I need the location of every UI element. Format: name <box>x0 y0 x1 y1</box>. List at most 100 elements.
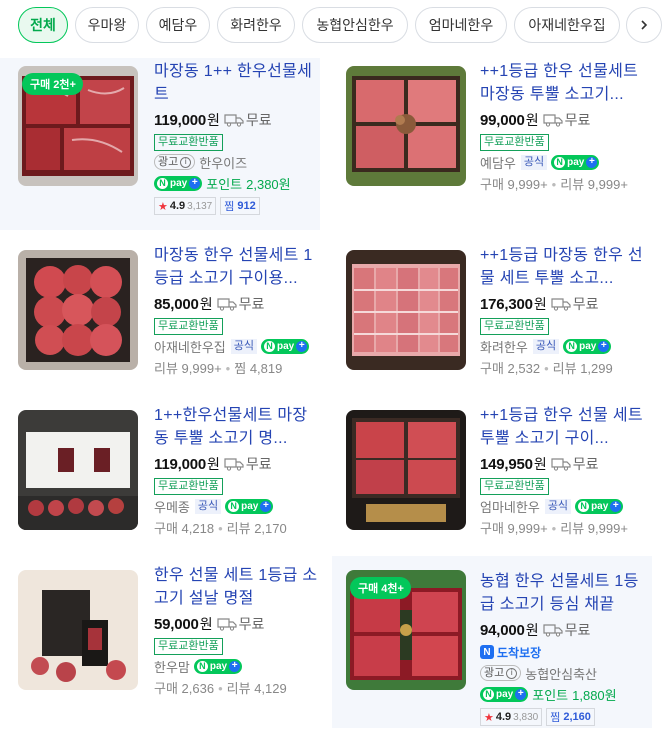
star-icon: ★ <box>484 711 494 724</box>
truck-icon <box>216 617 237 631</box>
price-unit: 원 <box>199 296 213 312</box>
chevron-right-icon <box>641 20 648 30</box>
seller-name[interactable]: 아재네한우집 <box>154 337 226 356</box>
shipping-fee: 무료 <box>245 456 272 472</box>
product-price: 59,000 <box>154 615 199 633</box>
filter-chip-umawang[interactable]: 우마왕 <box>75 7 139 43</box>
point-label: 포인트 <box>532 687 569 703</box>
truck-icon <box>551 457 571 471</box>
product-title[interactable]: 한우 선물 세트 1등급 소고기 설날 명절 <box>154 564 318 610</box>
product-card[interactable]: 구매 2천+ 마장동 1++ 한우선물세트 119,000 원 무료 무료교환반… <box>0 58 320 230</box>
shipping-fee: 무료 <box>238 296 265 312</box>
truck-icon <box>542 623 563 637</box>
official-badge: 공식 <box>230 338 258 354</box>
shipping-fee: 무료 <box>245 112 272 128</box>
product-title[interactable]: ++1등급 한우 선물 세트 투뿔 소고기 구이... <box>480 404 644 450</box>
product-price: 94,000 <box>480 621 525 639</box>
official-badge: 공식 <box>194 498 222 514</box>
ad-label[interactable]: 광고 i <box>154 154 196 170</box>
plus-icon: + <box>586 156 598 168</box>
seller-name[interactable]: 농협안심축산 <box>525 664 597 683</box>
seller-name[interactable]: 엄마네한우 <box>480 497 540 516</box>
product-card[interactable]: ++1등급 마장동 한우 선물 세트 투뿔 소고... 176,300 원 무료… <box>332 242 652 402</box>
filter-chip-yedamwoo[interactable]: 예담우 <box>146 7 210 43</box>
price-unit: 원 <box>525 112 539 128</box>
seller-name[interactable]: 우메종 <box>154 497 190 516</box>
naver-n-icon: N <box>228 500 240 512</box>
point-value: 2,380원 <box>246 176 291 192</box>
product-title[interactable]: ++1등급 한우 선물세트 마장동 투뿔 소고기... <box>480 60 644 106</box>
product-price: 85,000 <box>154 295 199 313</box>
shipping-fee: 무료 <box>572 456 599 472</box>
naver-n-icon: N <box>196 660 208 672</box>
filter-chip-eommane[interactable]: 엄마네한우 <box>415 7 507 43</box>
truck-icon <box>542 113 563 127</box>
product-thumbnail[interactable] <box>18 410 138 530</box>
npay-badge: Npay + <box>551 154 600 170</box>
product-card[interactable]: ++1등급 한우 선물 세트 투뿔 소고기 구이... 149,950 원 무료… <box>332 402 652 562</box>
filter-chip-all[interactable]: 전체 <box>18 7 68 43</box>
purchase-count-badge: 구매 4천+ <box>350 577 411 599</box>
product-thumbnail[interactable] <box>346 250 466 370</box>
product-meta: 구매 2,532 • 리뷰 1,299 <box>480 361 613 376</box>
plus-icon: + <box>229 660 241 672</box>
truck-icon <box>216 297 237 311</box>
filter-next-button[interactable] <box>626 7 662 43</box>
filter-chip-nonghyup[interactable]: 농협안심한우 <box>302 7 408 43</box>
rating-box[interactable]: ★ 4.9 3,137 <box>154 197 217 215</box>
seller-name[interactable]: 한우맘 <box>154 657 190 676</box>
product-thumbnail[interactable] <box>346 66 466 186</box>
filter-chip-hwaryeo[interactable]: 화려한우 <box>217 7 295 43</box>
npay-badge: Npay + <box>563 338 612 354</box>
naver-n-icon: N <box>554 156 566 168</box>
product-title[interactable]: 마장동 한우 선물세트 1등급 소고기 구이용... <box>154 244 318 290</box>
product-thumbnail[interactable] <box>346 410 466 530</box>
shipping-fee: 무료 <box>564 112 591 128</box>
seller-name[interactable]: 화려한우 <box>480 337 528 356</box>
product-card[interactable]: 구매 4천+ 농협 한우 선물세트 1등급 소고기 등심 채끝 94,000 원… <box>332 556 652 728</box>
seller-name[interactable]: 예담우 <box>480 153 516 172</box>
product-thumbnail[interactable] <box>18 250 138 370</box>
product-meta: 구매 9,999+ • 리뷰 9,999+ <box>480 521 628 536</box>
naver-n-icon: N <box>566 340 578 352</box>
product-card[interactable]: ++1등급 한우 선물세트 마장동 투뿔 소고기... 99,000 원 무료 … <box>332 58 652 218</box>
product-thumbnail[interactable] <box>18 570 138 690</box>
free-return-tag: 무료교환반품 <box>480 318 549 335</box>
info-icon: i <box>506 667 518 679</box>
product-card[interactable]: 한우 선물 세트 1등급 소고기 설날 명절 59,000 원 무료 무료교환반… <box>0 562 320 722</box>
filter-chip-ajaene[interactable]: 아재네한우집 <box>514 7 620 43</box>
naver-n-icon: N <box>264 340 276 352</box>
price-unit: 원 <box>207 112 220 128</box>
product-card[interactable]: 마장동 한우 선물세트 1등급 소고기 구이용... 85,000 원 무료 무… <box>0 242 320 402</box>
free-return-tag: 무료교환반품 <box>154 318 223 335</box>
product-title[interactable]: ++1등급 마장동 한우 선물 세트 투뿔 소고... <box>480 244 644 290</box>
naver-n-icon: N <box>157 177 168 189</box>
jjim-box[interactable]: 찜 912 <box>220 197 260 215</box>
free-return-tag: 무료교환반품 <box>480 478 549 495</box>
product-price: 149,950 <box>480 455 533 473</box>
shipping-fee: 무료 <box>572 296 599 312</box>
product-meta: 구매 4,218 • 리뷰 2,170 <box>154 521 287 536</box>
free-return-tag: 무료교환반품 <box>154 638 223 655</box>
price-unit: 원 <box>533 296 547 312</box>
product-title[interactable]: 농협 한우 선물세트 1등급 소고기 등심 채끝 <box>480 570 644 616</box>
point-label: 포인트 <box>206 176 243 192</box>
npay-badge: Npay + <box>225 498 274 514</box>
npay-badge: Npay + <box>193 658 243 674</box>
npay-badge: Npay + <box>480 686 529 702</box>
product-title[interactable]: 1++한우선물세트 마장동 투뿔 소고기 명... <box>154 404 318 450</box>
filter-tabs: 전체 우마왕 예담우 화려한우 농협안심한우 엄마네한우 아재네한우집 <box>0 0 667 48</box>
npay-badge: Npay + <box>261 338 310 354</box>
npay-badge: Npay + <box>154 175 203 191</box>
price-unit: 원 <box>207 456 220 472</box>
product-card[interactable]: 1++한우선물세트 마장동 투뿔 소고기 명... 119,000 원 무료 무… <box>0 402 320 562</box>
truck-icon <box>224 457 244 471</box>
rating-box[interactable]: ★ 4.9 3,830 <box>480 708 543 726</box>
free-return-tag: 무료교환반품 <box>154 478 223 495</box>
ad-label[interactable]: 광고 i <box>480 665 522 681</box>
product-meta: 구매 2,636 • 리뷰 4,129 <box>154 681 287 696</box>
product-title[interactable]: 마장동 1++ 한우선물세트 <box>154 60 318 106</box>
jjim-box[interactable]: 찜 2,160 <box>546 708 595 726</box>
truck-icon <box>551 297 571 311</box>
seller-name[interactable]: 한우이즈 <box>199 153 247 172</box>
